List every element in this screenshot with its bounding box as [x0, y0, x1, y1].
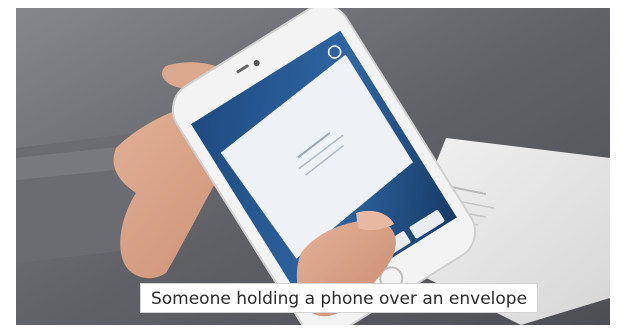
photo-illustration [16, 8, 610, 325]
image-viewer: Someone holding a phone over an envelope [0, 0, 626, 333]
photo [16, 8, 610, 325]
image-caption: Someone holding a phone over an envelope [140, 283, 538, 313]
